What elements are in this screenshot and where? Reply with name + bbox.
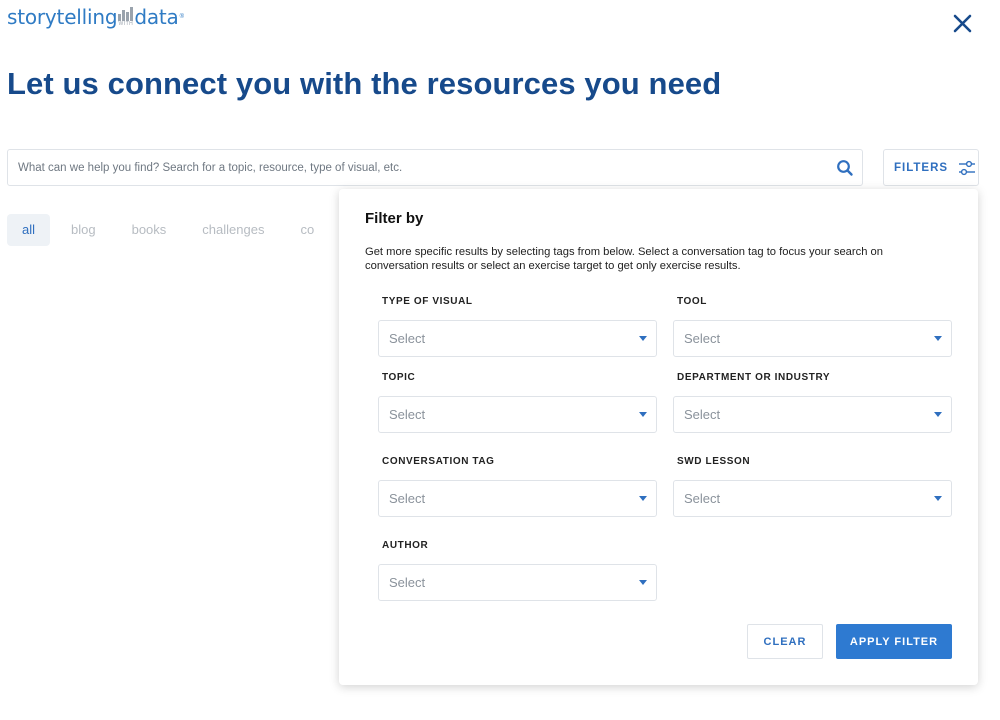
swd-lesson-value: Select: [684, 491, 721, 506]
topic-label: TOPIC: [382, 372, 416, 383]
conversation-tag-field: CONVERSATION TAG Select: [378, 456, 657, 517]
tab-all[interactable]: all: [7, 214, 51, 246]
logo-bar-chart-icon: WITH: [118, 7, 134, 27]
caret-down-icon: [934, 496, 942, 501]
caret-down-icon: [639, 412, 647, 417]
logo-word-data: data: [134, 5, 179, 29]
swd-lesson-label: SWD LESSON: [677, 456, 751, 467]
author-value: Select: [389, 575, 426, 590]
caret-down-icon: [639, 496, 647, 501]
apply-filter-button[interactable]: APPLY FILTER: [836, 624, 952, 659]
tab-books[interactable]: books: [117, 214, 182, 246]
topic-value: Select: [389, 407, 426, 422]
author-select[interactable]: Select: [378, 564, 657, 601]
close-button[interactable]: [949, 10, 977, 38]
department-or-industry-field: DEPARTMENT OR INDUSTRY Select: [673, 372, 952, 433]
topic-field: TOPIC Select: [378, 372, 657, 433]
clear-button[interactable]: CLEAR: [747, 624, 823, 659]
filter-panel-title: Filter by: [365, 210, 424, 227]
swd-lesson-field: SWD LESSON Select: [673, 456, 952, 517]
tool-select[interactable]: Select: [673, 320, 952, 357]
caret-down-icon: [639, 580, 647, 585]
caret-down-icon: [934, 336, 942, 341]
conversation-tag-select[interactable]: Select: [378, 480, 657, 517]
department-or-industry-select[interactable]: Select: [673, 396, 952, 433]
sliders-icon: [959, 160, 976, 175]
page-title: Let us connect you with the resources yo…: [7, 66, 722, 101]
swd-lesson-select[interactable]: Select: [673, 480, 952, 517]
tab-blog[interactable]: blog: [56, 214, 111, 246]
department-or-industry-label: DEPARTMENT OR INDUSTRY: [677, 372, 831, 383]
logo[interactable]: storytelling WITH data ®: [7, 4, 184, 30]
tab-co-truncated[interactable]: co: [285, 214, 329, 246]
tab-challenges[interactable]: challenges: [187, 214, 279, 246]
tool-label: TOOL: [677, 296, 707, 307]
resource-tabs: all blog books challenges co: [7, 214, 335, 246]
type-of-visual-value: Select: [389, 331, 426, 346]
filter-panel-description: Get more specific results by selecting t…: [365, 246, 883, 272]
type-of-visual-field: TYPE OF VISUAL Select: [378, 296, 657, 357]
logo-with-text: WITH: [118, 21, 134, 27]
search-input[interactable]: [18, 150, 818, 185]
filters-button[interactable]: FILTERS: [883, 149, 979, 186]
conversation-tag-value: Select: [389, 491, 426, 506]
caret-down-icon: [639, 336, 647, 341]
logo-word-storytelling: storytelling: [7, 5, 118, 29]
type-of-visual-select[interactable]: Select: [378, 320, 657, 357]
author-field: AUTHOR Select: [378, 540, 657, 601]
author-label: AUTHOR: [382, 540, 429, 551]
tool-value: Select: [684, 331, 721, 346]
tool-field: TOOL Select: [673, 296, 952, 357]
department-or-industry-value: Select: [684, 407, 721, 422]
search-bar: [7, 149, 863, 186]
search-icon[interactable]: [836, 159, 854, 177]
conversation-tag-label: CONVERSATION TAG: [382, 456, 495, 467]
logo-registered-mark: ®: [179, 14, 185, 20]
filter-panel: Filter by Get more specific results by s…: [339, 189, 978, 685]
close-icon: [953, 14, 972, 33]
caret-down-icon: [934, 412, 942, 417]
filters-button-label: FILTERS: [894, 161, 949, 174]
topic-select[interactable]: Select: [378, 396, 657, 433]
type-of-visual-label: TYPE OF VISUAL: [382, 296, 473, 307]
